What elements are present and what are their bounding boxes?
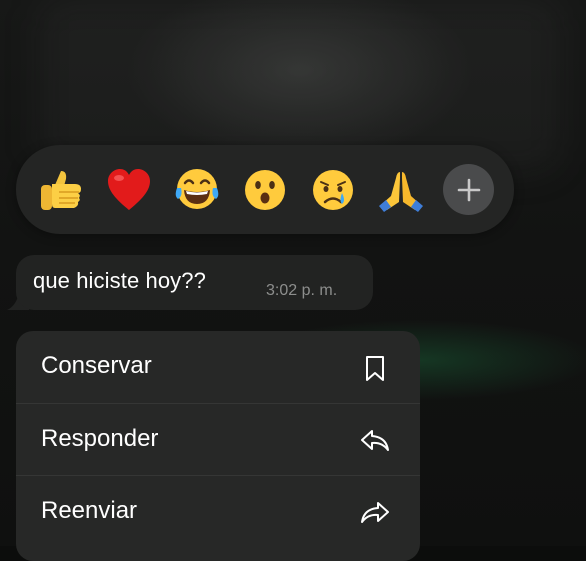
menu-item-label: Responder — [41, 425, 159, 452]
message-context-menu: Conservar Responder Reenviar — [16, 331, 420, 561]
menu-item-label: Conservar — [41, 352, 152, 379]
surprised-face-icon[interactable] — [238, 163, 292, 217]
menu-item-label: Reenviar — [41, 497, 138, 524]
forward-icon — [360, 498, 390, 528]
reply-icon — [360, 426, 390, 456]
reaction-bar — [16, 145, 514, 234]
thumbs-up-icon[interactable] — [34, 163, 88, 217]
bookmark-icon — [360, 353, 390, 383]
message-bubble[interactable]: que hiciste hoy?? 3:02 p. m. — [16, 255, 373, 310]
folded-hands-icon[interactable] — [374, 163, 428, 217]
crying-face-icon[interactable] — [306, 163, 360, 217]
menu-item-conservar[interactable]: Conservar — [16, 331, 420, 403]
menu-item-reenviar[interactable]: Reenviar — [16, 475, 420, 548]
menu-item-responder[interactable]: Responder — [16, 403, 420, 476]
message-text: que hiciste hoy?? — [33, 268, 206, 293]
more-reactions-button[interactable] — [443, 164, 494, 215]
plus-icon — [457, 178, 480, 201]
tears-of-joy-icon[interactable] — [170, 163, 224, 217]
red-heart-icon[interactable] — [102, 163, 156, 217]
message-timestamp: 3:02 p. m. — [266, 282, 338, 299]
